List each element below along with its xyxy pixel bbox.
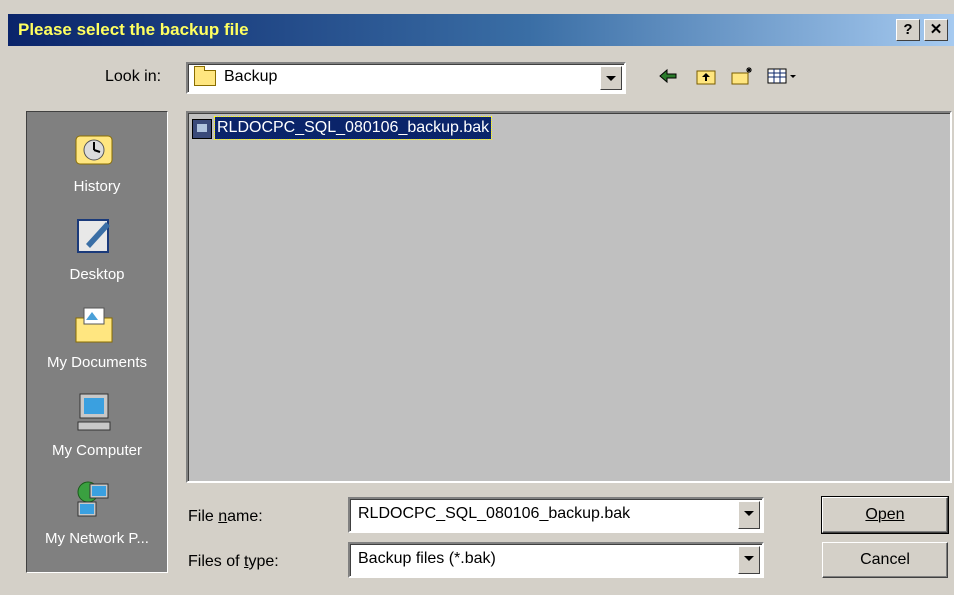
place-label: Desktop (69, 266, 125, 283)
file-type-dropdown[interactable]: Backup files (*.bak) (348, 542, 764, 578)
file-list[interactable]: RLDOCPC_SQL_080106_backup.bak (186, 111, 952, 483)
look-in-dropdown[interactable]: Backup (186, 62, 626, 94)
my-documents-icon (75, 307, 113, 343)
place-history[interactable]: History (27, 120, 167, 206)
place-my-computer[interactable]: My Computer (27, 384, 167, 470)
backup-file-icon (192, 119, 212, 139)
cancel-button-label: Cancel (860, 551, 910, 568)
file-name-value: RLDOCPC_SQL_080106_backup.bak (358, 505, 631, 522)
my-computer-icon (77, 393, 111, 431)
file-name-input[interactable]: RLDOCPC_SQL_080106_backup.bak (348, 497, 764, 533)
places-bar: History Desktop My Documents My Computer… (26, 111, 168, 573)
file-type-value: Backup files (*.bak) (358, 550, 496, 567)
chevron-down-icon[interactable] (738, 501, 760, 529)
cancel-button[interactable]: Cancel (822, 542, 948, 578)
place-my-documents[interactable]: My Documents (27, 296, 167, 382)
view-menu-icon[interactable] (766, 66, 800, 88)
back-arrow-icon[interactable] (656, 66, 680, 88)
close-button[interactable]: ✕ (924, 19, 948, 41)
chevron-down-icon[interactable] (738, 546, 760, 574)
place-label: History (73, 178, 121, 195)
history-icon (75, 135, 113, 165)
open-button[interactable]: Open (821, 496, 949, 534)
open-button-label: Open (865, 506, 905, 523)
place-label: My Network P... (45, 530, 149, 547)
desktop-icon (77, 219, 110, 253)
folder-icon (194, 66, 216, 86)
place-desktop[interactable]: Desktop (27, 208, 167, 294)
file-name-label: File name: (188, 508, 263, 525)
chevron-down-icon[interactable] (600, 66, 622, 90)
help-button[interactable]: ? (896, 19, 920, 41)
title-bar: Please select the backup file ? ✕ (8, 14, 954, 46)
dialog-title: Please select the backup file (18, 20, 249, 39)
my-network-places-icon (77, 481, 109, 517)
up-folder-icon[interactable] (694, 66, 718, 88)
look-in-value: Backup (224, 68, 278, 85)
file-type-label: Files of type: (188, 553, 279, 570)
open-file-dialog: Please select the backup file ? ✕ Look i… (0, 0, 954, 595)
place-label: My Computer (51, 442, 143, 459)
place-label: My Documents (46, 354, 148, 371)
file-name-label: RLDOCPC_SQL_080106_backup.bak (213, 116, 493, 140)
look-in-label: Look in: (105, 68, 162, 85)
place-my-network-places[interactable]: My Network P... (27, 472, 167, 558)
new-folder-icon[interactable] (730, 66, 754, 88)
